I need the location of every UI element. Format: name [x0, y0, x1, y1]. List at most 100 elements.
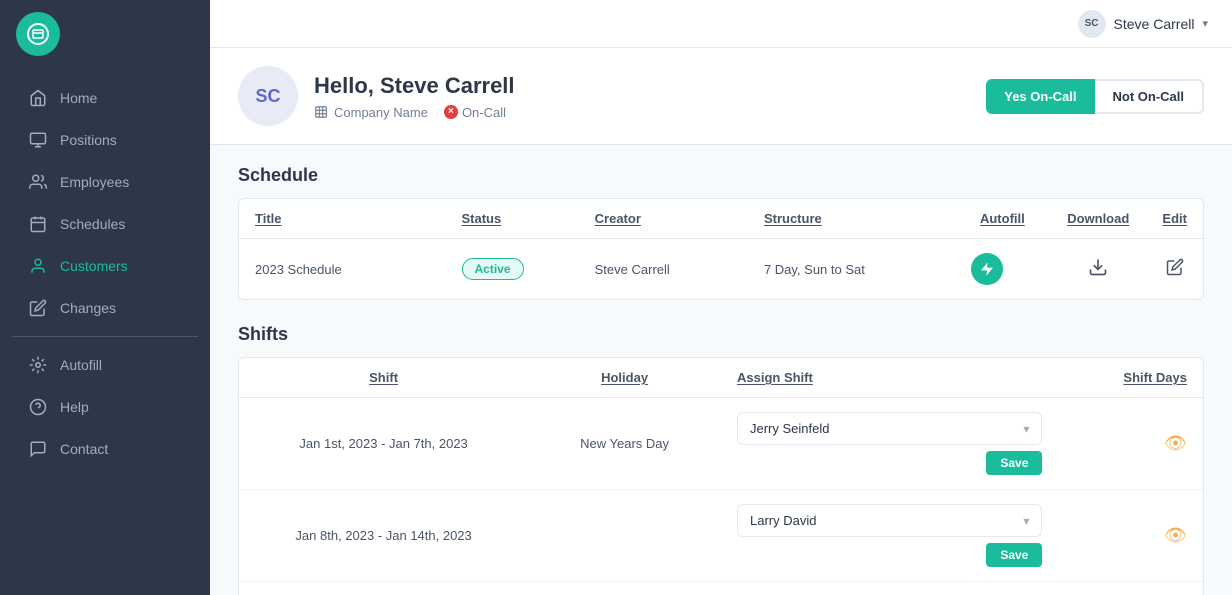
- hero-meta: Company Name × On-Call: [314, 105, 515, 120]
- on-call-label: On-Call: [462, 105, 506, 120]
- save-button-2[interactable]: Save: [986, 543, 1042, 567]
- chevron-down-icon: ▾: [1023, 422, 1029, 436]
- sidebar-logo: [0, 0, 210, 68]
- sidebar-item-customers[interactable]: Customers: [8, 246, 202, 286]
- schedule-structure-cell: 7 Day, Sun to Sat: [748, 239, 955, 300]
- sidebar-item-autofill[interactable]: Autofill: [8, 345, 202, 385]
- on-call-dot-icon: ×: [444, 105, 458, 119]
- assign-cell-2: Larry David ▾ Save: [737, 504, 1042, 567]
- sidebar-label-contact: Contact: [60, 441, 108, 457]
- shift-row-2: Jan 8th, 2023 - Jan 14th, 2023 Larry Dav…: [239, 490, 1203, 582]
- shifts-col-assign: Assign Shift: [721, 358, 1058, 398]
- chevron-down-icon-2: ▾: [1023, 514, 1029, 528]
- content-area: Schedule Title Status Creator Structure …: [210, 145, 1232, 595]
- shift-holiday-1: New Years Day: [528, 398, 721, 490]
- schedule-col-creator: Creator: [579, 199, 748, 239]
- shifts-table: Shift Holiday Assign Shift Shift Days Ja…: [239, 358, 1203, 595]
- on-call-badge: × On-Call: [444, 105, 506, 120]
- shifts-table-container: Shift Holiday Assign Shift Shift Days Ja…: [238, 357, 1204, 595]
- edit-button[interactable]: [1166, 258, 1184, 281]
- schedule-col-edit: Edit: [1146, 199, 1203, 239]
- shift-row-1: Jan 1st, 2023 - Jan 7th, 2023 New Years …: [239, 398, 1203, 490]
- shift-row-3: Jan 15th, 2023 - Jan 21st, 2023 Julia Lo…: [239, 582, 1203, 595]
- main-content: SC Steve Carrell ▾ SC Hello, Steve Carre…: [210, 0, 1232, 595]
- schedule-creator-cell: Steve Carrell: [579, 239, 748, 300]
- avatar: SC: [238, 66, 298, 126]
- positions-icon: [28, 130, 48, 150]
- shift-holiday-3: [528, 582, 721, 595]
- shifts-col-shift: Shift: [239, 358, 528, 398]
- shifts-section-title: Shifts: [238, 324, 1204, 345]
- shift-days-3: 👁: [1058, 582, 1203, 595]
- shift-holiday-2: [528, 490, 721, 582]
- sidebar-label-schedules: Schedules: [60, 216, 125, 232]
- sidebar-nav: Home Positions Employees: [0, 68, 210, 595]
- sidebar-label-employees: Employees: [60, 174, 129, 190]
- user-chevron-icon: ▾: [1202, 17, 1208, 30]
- autofill-action-button[interactable]: [971, 253, 1003, 285]
- hero-text: Hello, Steve Carrell Company Name: [314, 73, 515, 120]
- changes-icon: [28, 298, 48, 318]
- sidebar-item-schedules[interactable]: Schedules: [8, 204, 202, 244]
- home-icon: [28, 88, 48, 108]
- shift-days-1: 👁: [1058, 398, 1203, 490]
- employees-icon: [28, 172, 48, 192]
- download-button[interactable]: [1088, 257, 1108, 282]
- status-badge: Active: [462, 258, 524, 280]
- schedule-col-download: Download: [1050, 199, 1146, 239]
- company-name-meta: Company Name: [314, 105, 428, 120]
- schedule-col-title: Title: [239, 199, 446, 239]
- sidebar-label-home: Home: [60, 90, 97, 106]
- sidebar-divider: [12, 336, 198, 337]
- sidebar-label-customers: Customers: [60, 258, 128, 274]
- eye-icon-2[interactable]: 👁: [1164, 525, 1187, 545]
- sidebar-item-changes[interactable]: Changes: [8, 288, 202, 328]
- building-icon: [314, 105, 328, 119]
- customers-icon: [28, 256, 48, 276]
- schedule-download-cell: [1050, 239, 1146, 300]
- contact-icon: [28, 439, 48, 459]
- download-icon: [1088, 257, 1108, 277]
- shift-range-2: Jan 8th, 2023 - Jan 14th, 2023: [239, 490, 528, 582]
- schedule-col-autofill: Autofill: [955, 199, 1051, 239]
- sidebar-label-changes: Changes: [60, 300, 116, 316]
- shift-days-2: 👁: [1058, 490, 1203, 582]
- shift-assign-3: Julia Louis-Dreyfus ▾ Save: [721, 582, 1058, 595]
- sidebar-item-employees[interactable]: Employees: [8, 162, 202, 202]
- autofill-nav-icon: [28, 355, 48, 375]
- shift-range-3: Jan 15th, 2023 - Jan 21st, 2023: [239, 582, 528, 595]
- assign-select-2[interactable]: Larry David ▾: [737, 504, 1042, 537]
- schedule-table-container: Title Status Creator Structure Autofill …: [238, 198, 1204, 300]
- assign-select-1[interactable]: Jerry Seinfeld ▾: [737, 412, 1042, 445]
- schedule-section-title: Schedule: [238, 165, 1204, 186]
- schedule-title-cell: 2023 Schedule: [239, 239, 446, 300]
- schedule-row: 2023 Schedule Active Steve Carrell 7 Day…: [239, 239, 1203, 300]
- sidebar-item-help[interactable]: Help: [8, 387, 202, 427]
- eye-icon-1[interactable]: 👁: [1164, 433, 1187, 453]
- hero-left: SC Hello, Steve Carrell Company Name: [238, 66, 515, 126]
- sidebar-item-home[interactable]: Home: [8, 78, 202, 118]
- assign-cell-1: Jerry Seinfeld ▾ Save: [737, 412, 1042, 475]
- sidebar-label-autofill: Autofill: [60, 357, 102, 373]
- company-name-label: Company Name: [334, 105, 428, 120]
- shift-assign-1: Jerry Seinfeld ▾ Save: [721, 398, 1058, 490]
- sidebar-label-help: Help: [60, 399, 89, 415]
- schedules-icon: [28, 214, 48, 234]
- user-avatar-small: SC: [1078, 10, 1106, 38]
- user-info[interactable]: SC Steve Carrell ▾: [1078, 10, 1208, 38]
- sidebar: Home Positions Employees: [0, 0, 210, 595]
- yes-oncall-button[interactable]: Yes On-Call: [986, 79, 1094, 114]
- sidebar-item-contact[interactable]: Contact: [8, 429, 202, 469]
- not-oncall-button[interactable]: Not On-Call: [1095, 79, 1205, 114]
- sidebar-item-positions[interactable]: Positions: [8, 120, 202, 160]
- save-button-1[interactable]: Save: [986, 451, 1042, 475]
- logo-icon: [16, 12, 60, 56]
- schedule-autofill-cell: [955, 239, 1051, 300]
- shift-range-1: Jan 1st, 2023 - Jan 7th, 2023: [239, 398, 528, 490]
- assign-value-2: Larry David: [750, 513, 816, 528]
- edit-icon: [1166, 258, 1184, 276]
- schedule-col-structure: Structure: [748, 199, 955, 239]
- schedule-status-cell: Active: [446, 239, 579, 300]
- shift-assign-2: Larry David ▾ Save: [721, 490, 1058, 582]
- help-icon: [28, 397, 48, 417]
